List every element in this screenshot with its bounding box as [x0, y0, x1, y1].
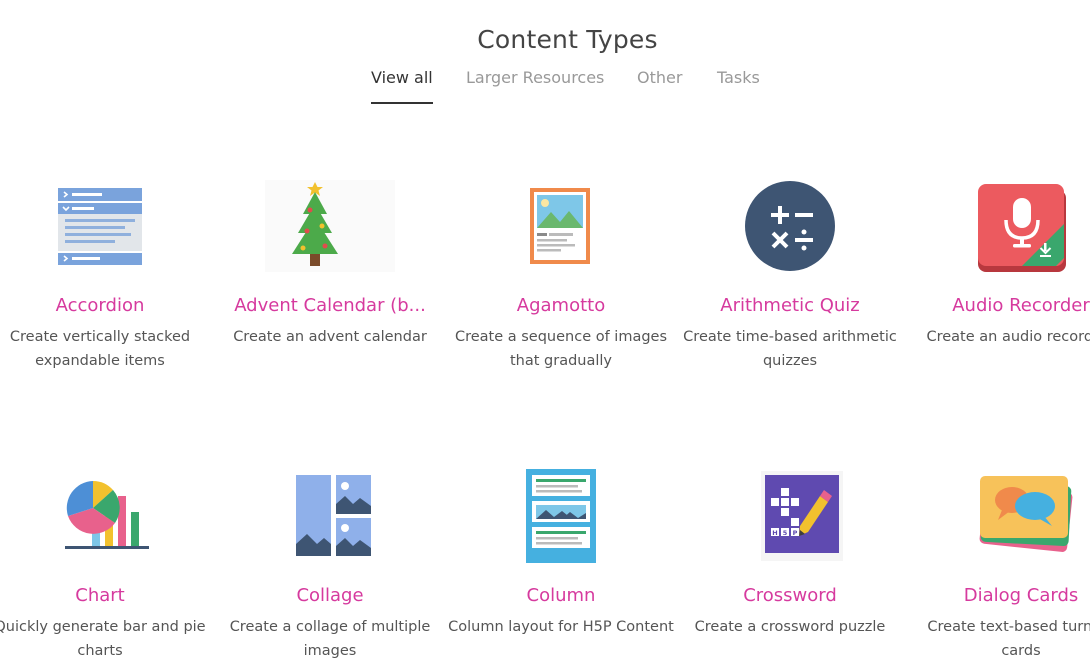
content-type-card-accordion[interactable]: Accordion Create vertically stacked expa… — [0, 176, 215, 373]
microphone-icon — [956, 176, 1086, 276]
card-description: Create vertically stacked expandable ite… — [9, 329, 191, 369]
content-type-card-arithmetic-quiz[interactable]: Arithmetic Quiz Create time-based arithm… — [675, 176, 905, 373]
content-type-card-agamotto[interactable]: Agamotto Create a sequence of images tha… — [446, 176, 676, 373]
collage-icon — [265, 466, 395, 566]
card-title[interactable]: Audio Recorder — [906, 293, 1090, 319]
content-type-card-column[interactable]: Column Column layout for H5P Content — [446, 466, 676, 663]
content-type-card-dialog-cards[interactable]: Dialog Cards Create text-based turning c… — [906, 466, 1090, 663]
svg-text:P: P — [793, 529, 798, 537]
card-description: Create a sequence of images that gradual… — [454, 329, 668, 369]
svg-text:H: H — [772, 529, 777, 537]
accordion-icon — [35, 176, 165, 276]
category-tabs: View all Larger Resources Other Tasks — [0, 66, 1090, 106]
svg-text:5: 5 — [783, 529, 788, 537]
crossword-icon: H 5 P — [725, 466, 855, 566]
arithmetic-icon — [725, 176, 855, 276]
card-title[interactable]: Chart — [0, 583, 215, 609]
tab-larger-resources[interactable]: Larger Resources — [466, 66, 604, 102]
tab-other[interactable]: Other — [637, 66, 682, 102]
card-title[interactable]: Arithmetic Quiz — [675, 293, 905, 319]
card-title[interactable]: Advent Calendar (b... — [215, 293, 445, 319]
card-description: Create a crossword puzzle — [694, 619, 886, 635]
card-title[interactable]: Collage — [215, 583, 445, 609]
card-description: Quickly generate bar and pie charts — [0, 619, 206, 659]
card-description: Create an advent calendar — [233, 329, 427, 345]
agamotto-icon — [496, 176, 626, 276]
chart-icon — [35, 466, 165, 566]
card-description: Column layout for H5P Content — [448, 619, 674, 635]
card-description: Create text-based turning cards — [927, 619, 1090, 659]
dialog-cards-icon — [956, 466, 1086, 566]
card-title[interactable]: Column — [446, 583, 676, 609]
content-type-card-collage[interactable]: Collage Create a collage of multiple ima… — [215, 466, 445, 663]
content-type-card-chart[interactable]: Chart Quickly generate bar and pie chart… — [0, 466, 215, 663]
content-type-card-crossword[interactable]: H 5 P Crossword Create a crossword puzzl… — [675, 466, 905, 663]
card-description: Create a collage of multiple images — [229, 619, 431, 659]
content-type-card-audio-recorder[interactable]: Audio Recorder Create an audio recording — [906, 176, 1090, 373]
card-description: Create an audio recording — [926, 329, 1090, 345]
card-title[interactable]: Crossword — [675, 583, 905, 609]
tab-view-all[interactable]: View all — [371, 66, 433, 104]
content-type-card-advent-calendar[interactable]: Advent Calendar (b... Create an advent c… — [215, 176, 445, 373]
column-icon — [496, 466, 626, 566]
tab-tasks[interactable]: Tasks — [717, 66, 760, 102]
card-description: Create time-based arithmetic quizzes — [683, 329, 897, 369]
card-title[interactable]: Accordion — [0, 293, 215, 319]
advent-tree-icon — [265, 176, 395, 276]
page-title: Content Types — [477, 24, 658, 54]
card-title[interactable]: Agamotto — [446, 293, 676, 319]
card-title[interactable]: Dialog Cards — [906, 583, 1090, 609]
